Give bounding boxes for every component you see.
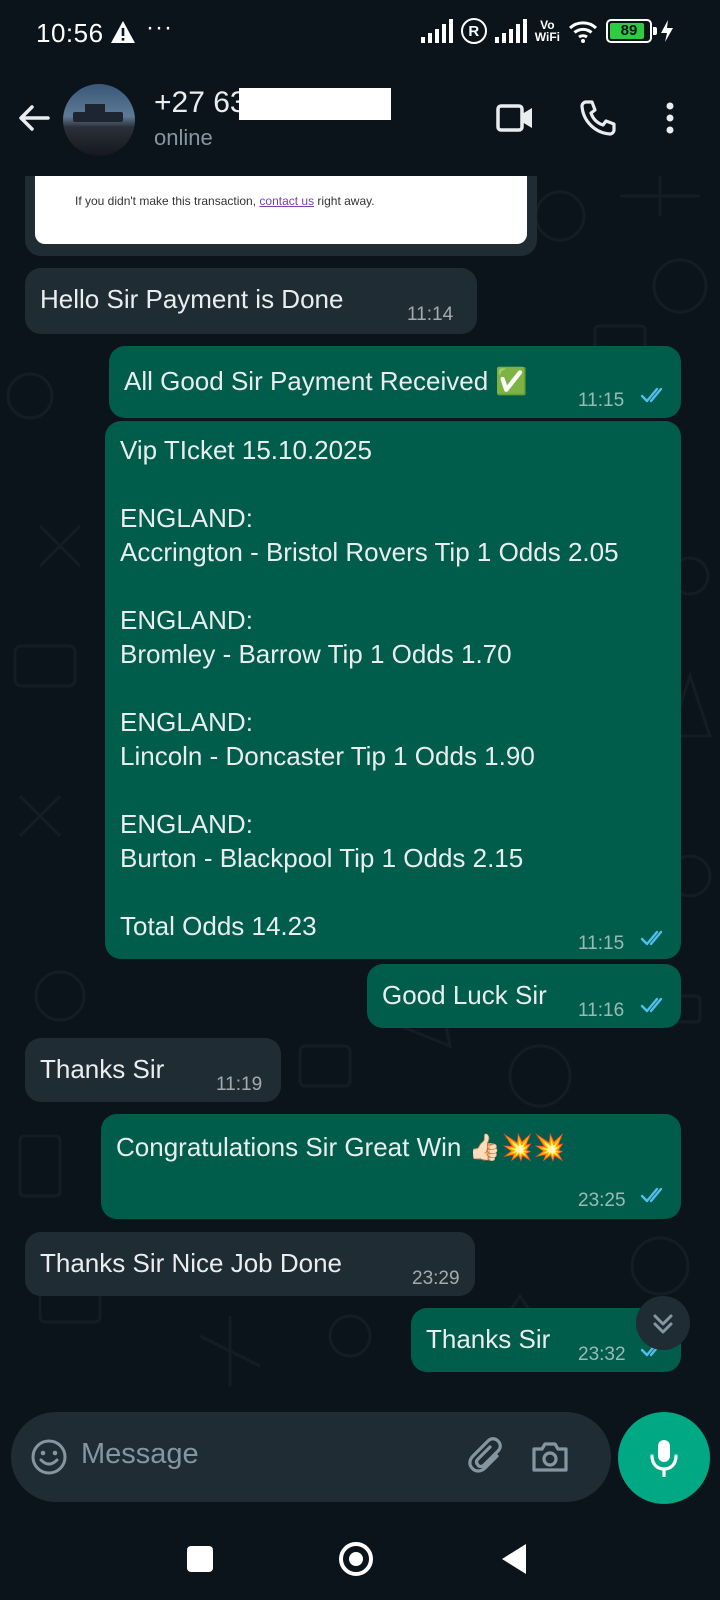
mic-icon [650,1440,678,1477]
nav-home-icon[interactable] [337,1540,375,1578]
video-call-icon[interactable] [494,96,538,140]
vowifi-icon: Vo WiFi [534,18,560,44]
message-text: Thanks Sir [40,1054,165,1084]
ticket-line [120,467,619,501]
message-time: 23:25 [578,1190,626,1211]
phone-icon[interactable] [576,96,620,140]
image-message[interactable]: If you didn't make this transaction, con… [25,176,537,256]
message-text: Hello Sir Payment is Done [40,284,344,314]
signal-icon-2 [494,19,527,43]
status-time: 10:56 [36,18,104,48]
message-text: Thanks Sir [426,1324,551,1354]
message-time: 11:16 [578,1000,625,1021]
ticket-line [120,875,619,909]
contact-us-link[interactable]: contact us [259,194,314,208]
message-text: Good Luck Sir [382,980,547,1010]
mic-button[interactable] [618,1412,710,1504]
wifi-icon [568,21,598,43]
message-time: 11:15 [578,390,625,411]
ticket-line: Accrington - Bristol Rovers Tip 1 Odds 2… [120,537,619,567]
message-outgoing[interactable]: All Good Sir Payment Received ✅ 11:15 [109,346,681,418]
scroll-down-button[interactable] [636,1296,690,1350]
message-incoming[interactable]: Hello Sir Payment is Done 11:14 [25,268,477,334]
read-receipt-icon [640,1187,663,1203]
message-text: Congratulations Sir Great Win 👍🏻💥💥 [116,1132,566,1162]
emoji-icon[interactable] [29,1437,69,1477]
message-time: 11:19 [216,1074,263,1095]
nav-recents-icon[interactable] [187,1546,213,1572]
ticket-line [120,773,619,807]
ticket-lines: Vip TIcket 15.10.2025 ENGLAND: Accringto… [120,433,619,943]
read-receipt-icon [640,997,663,1013]
message-input[interactable]: Message [81,1438,199,1471]
message-text: Thanks Sir Nice Job Done [40,1248,343,1278]
signal-icon [420,19,453,43]
status-indicators: R Vo WiFi 89 [420,18,674,44]
redaction-box [239,88,391,120]
message-outgoing-ticket[interactable]: Vip TIcket 15.10.2025 ENGLAND: Accringto… [105,421,681,959]
ticket-line [120,569,619,603]
receipt-image: If you didn't make this transaction, con… [35,176,527,244]
message-outgoing[interactable]: Good Luck Sir 11:16 [367,964,681,1028]
ticket-line: Bromley - Barrow Tip 1 Odds 1.70 [120,639,512,669]
message-incoming[interactable]: Thanks Sir Nice Job Done 23:29 [25,1232,475,1296]
roaming-icon: R [460,18,487,44]
message-outgoing[interactable]: Congratulations Sir Great Win 👍🏻💥💥 23:25 [101,1114,681,1219]
message-time: 23:32 [578,1344,626,1365]
avatar[interactable] [63,84,135,156]
camera-icon[interactable] [529,1436,571,1478]
nav-back-icon[interactable] [500,1542,528,1576]
message-time: 11:15 [578,933,625,954]
ticket-line: ENGLAND: [120,605,253,635]
receipt-text: If you didn't make this transaction, con… [75,194,375,208]
message-time: 23:29 [412,1268,460,1289]
ticket-line: Burton - Blackpool Tip 1 Odds 2.15 [120,843,524,873]
battery-icon: 89 [606,19,657,43]
chat-header: +27 63 online [0,66,720,176]
ticket-line [120,671,619,705]
alert-icon [111,21,135,43]
contact-name[interactable]: +27 63 [154,86,247,120]
status-more-icon: ··· [146,14,173,41]
message-composer: Message [11,1412,611,1502]
message-incoming[interactable]: Thanks Sir 11:19 [25,1038,281,1102]
read-receipt-icon [640,387,663,403]
ticket-line: ENGLAND: [120,707,253,737]
contact-status: online [154,125,213,150]
attach-icon[interactable] [467,1436,509,1478]
ticket-line: Total Odds 14.23 [120,911,317,941]
message-time: 11:14 [407,304,454,325]
ticket-line: Vip TIcket 15.10.2025 [120,435,373,465]
ticket-line: ENGLAND: [120,809,253,839]
read-receipt-icon [640,930,663,946]
charging-icon [661,20,673,42]
more-vert-icon[interactable] [648,96,692,140]
system-nav-bar [0,1506,720,1600]
status-bar: 10:56 ··· R Vo WiFi 89 [0,0,720,66]
scroll-down-icon [653,1314,673,1334]
chat-area[interactable]: If you didn't make this transaction, con… [0,176,720,1398]
ticket-line: Lincoln - Doncaster Tip 1 Odds 1.90 [120,741,535,771]
message-text: All Good Sir Payment Received ✅ [124,366,528,396]
back-arrow-icon[interactable] [14,98,54,138]
ticket-line: ENGLAND: [120,503,253,533]
